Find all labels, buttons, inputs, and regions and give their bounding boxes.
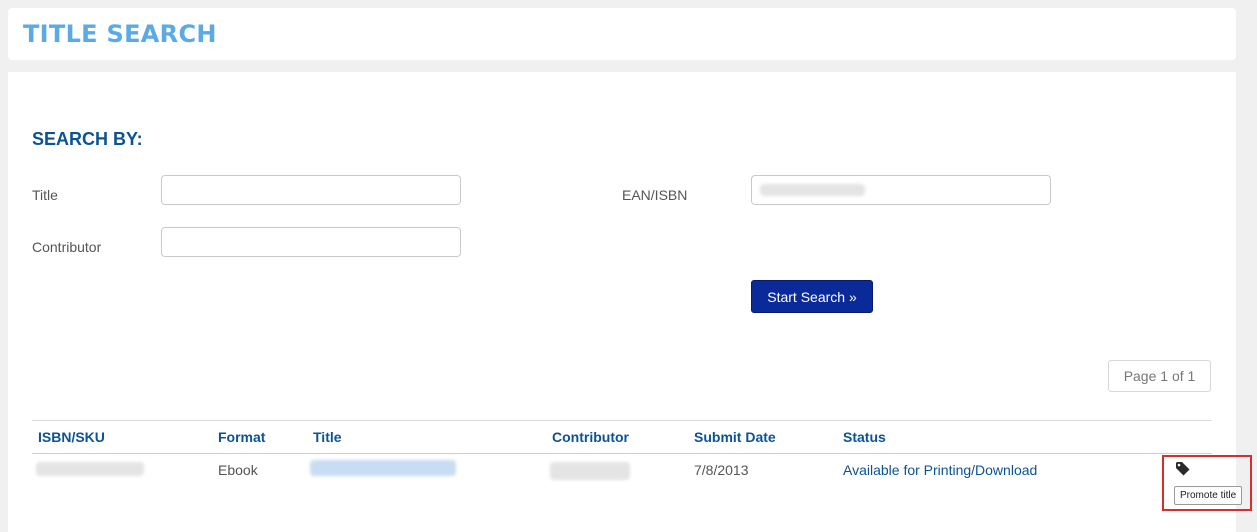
- submit-date-cell: 7/8/2013: [694, 462, 749, 478]
- page-title: TITLE SEARCH: [23, 20, 217, 48]
- redacted-contributor-cell: [550, 462, 630, 480]
- redacted-isbn-value: [760, 184, 865, 196]
- column-header-status[interactable]: Status: [843, 429, 886, 445]
- search-panel: SEARCH BY: Title Contributor EAN/ISBN St…: [8, 72, 1236, 532]
- results-table: ISBN/SKU Format Title Contributor Submit…: [32, 420, 1212, 488]
- column-header-submit-date[interactable]: Submit Date: [694, 429, 776, 445]
- column-header-contributor[interactable]: Contributor: [552, 429, 629, 445]
- start-search-button[interactable]: Start Search »: [751, 280, 873, 313]
- column-header-title[interactable]: Title: [313, 429, 342, 445]
- format-cell: Ebook: [218, 462, 258, 478]
- column-header-format[interactable]: Format: [218, 429, 265, 445]
- page-header: TITLE SEARCH: [8, 8, 1236, 60]
- redacted-title-link[interactable]: [310, 460, 456, 476]
- title-input[interactable]: [161, 175, 461, 205]
- title-label: Title: [32, 187, 58, 203]
- column-header-isbn[interactable]: ISBN/SKU: [38, 429, 105, 445]
- redacted-isbn-cell: [36, 462, 144, 476]
- ean-isbn-input[interactable]: [751, 175, 1051, 205]
- contributor-input[interactable]: [161, 227, 461, 257]
- status-link[interactable]: Available for Printing/Download: [843, 462, 1037, 478]
- page-indicator: Page 1 of 1: [1108, 360, 1211, 392]
- table-header-row: ISBN/SKU Format Title Contributor Submit…: [32, 420, 1212, 454]
- ean-isbn-label: EAN/ISBN: [622, 187, 688, 203]
- search-by-heading: SEARCH BY:: [32, 129, 143, 149]
- table-row: Ebook 7/8/2013 Available for Printing/Do…: [32, 454, 1212, 488]
- highlight-annotation: [1162, 455, 1252, 511]
- contributor-label: Contributor: [32, 239, 102, 255]
